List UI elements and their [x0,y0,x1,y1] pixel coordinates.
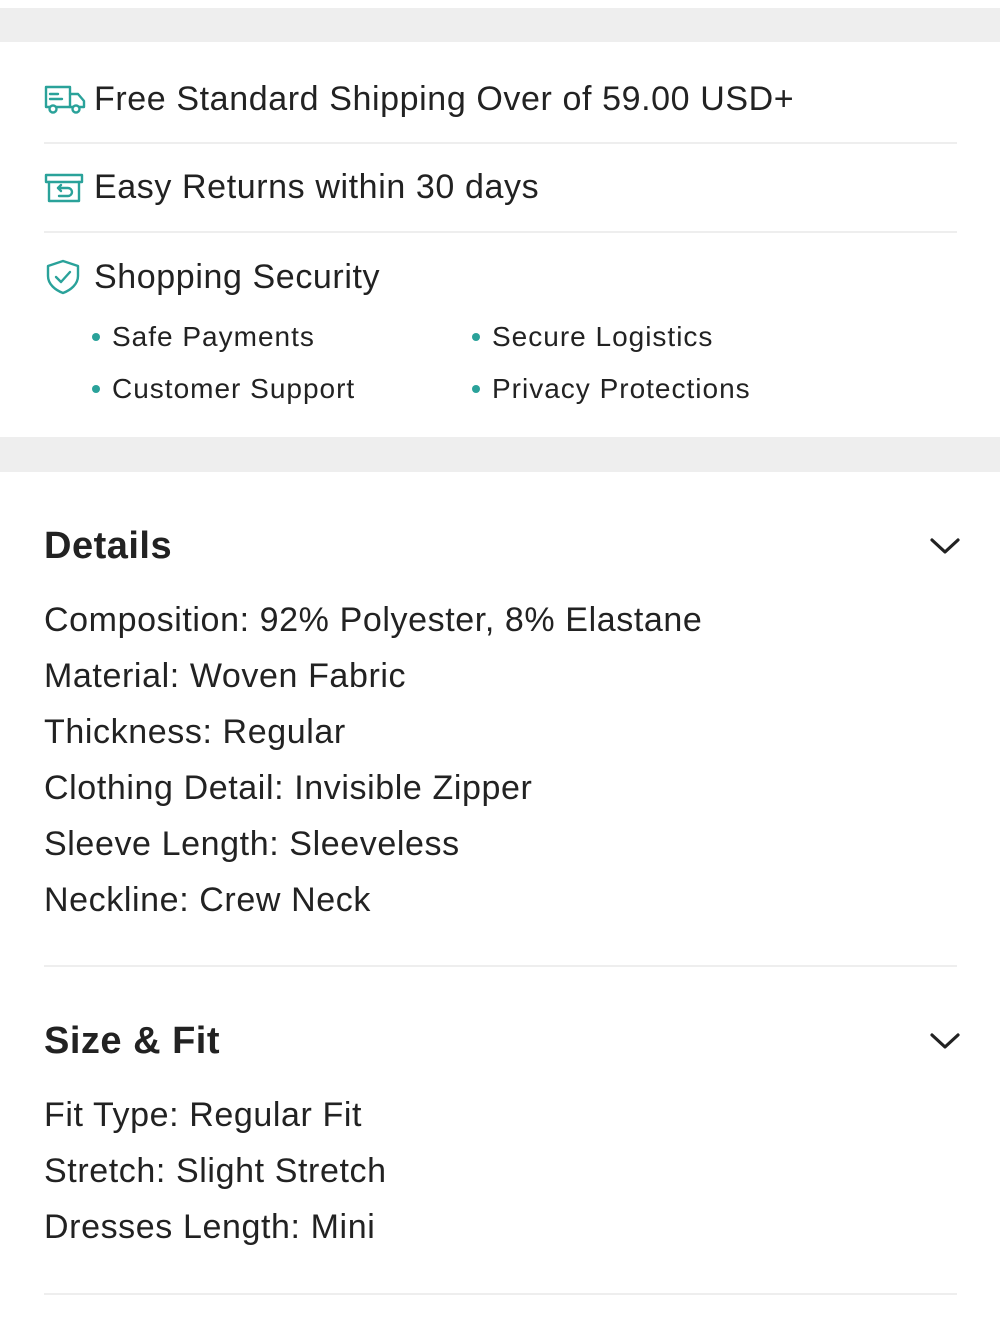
security-features-list: Safe Payments Secure Logistics Customer … [90,318,850,408]
security-feature-item: Secure Logistics [470,318,850,356]
size-fit-header[interactable]: Size & Fit [44,1015,960,1067]
details-attribute-row: Neckline: Crew Neck [44,881,371,919]
top-separator-band [0,8,1000,42]
security-title: Shopping Security [94,257,381,296]
size-fit-attribute-row: Fit Type: Regular Fit [44,1096,363,1134]
size-fit-title: Size & Fit [44,1019,221,1062]
section-separator-band [0,437,1000,472]
bullet-dot [92,385,100,393]
details-attribute-row: Sleeve Length: Sleeveless [44,825,460,863]
details-section: Details Composition: 92% Polyester, 8% E… [44,472,960,967]
security-feature-item: Privacy Protections [470,370,850,408]
security-benefit-row: Shopping Security [44,233,957,321]
details-attribute-row: Clothing Detail: Invisible Zipper [44,769,533,807]
chevron-down-icon[interactable] [925,526,965,566]
details-title: Details [44,524,173,567]
security-feature-label: Safe Payments [112,321,315,352]
bullet-dot [92,333,100,341]
chevron-down-icon[interactable] [925,1021,965,1061]
shipping-benefit-row: Free Standard Shipping Over of 59.00 USD… [44,56,957,144]
security-feature-label: Customer Support [112,373,356,404]
details-attribute-row: Thickness: Regular [44,713,346,751]
returns-benefit-text: Easy Returns within 30 days [94,168,540,206]
size-fit-attribute-list: Fit Type: Regular Fit Stretch: Slight St… [44,1087,387,1255]
security-feature-item: Safe Payments [90,318,470,356]
size-fit-attribute-row: Stretch: Slight Stretch [44,1152,387,1190]
security-feature-label: Privacy Protections [492,373,751,404]
truck-icon [44,78,86,120]
returns-benefit-row: Easy Returns within 30 days [44,144,957,233]
security-feature-item: Customer Support [90,370,470,408]
details-header[interactable]: Details [44,520,960,572]
return-box-icon [44,167,86,209]
details-attribute-row: Material: Woven Fabric [44,657,407,695]
size-fit-attribute-row: Dresses Length: Mini [44,1208,376,1246]
details-attribute-list: Composition: 92% Polyester, 8% Elastane … [44,592,702,928]
bullet-dot [472,333,480,341]
size-fit-section: Size & Fit Fit Type: Regular Fit Stretch… [44,967,960,1295]
bullet-dot [472,385,480,393]
shipping-benefit-text: Free Standard Shipping Over of 59.00 USD… [94,79,795,118]
shield-check-icon [44,256,86,298]
details-attribute-row: Composition: 92% Polyester, 8% Elastane [44,601,703,639]
security-feature-label: Secure Logistics [492,321,714,352]
